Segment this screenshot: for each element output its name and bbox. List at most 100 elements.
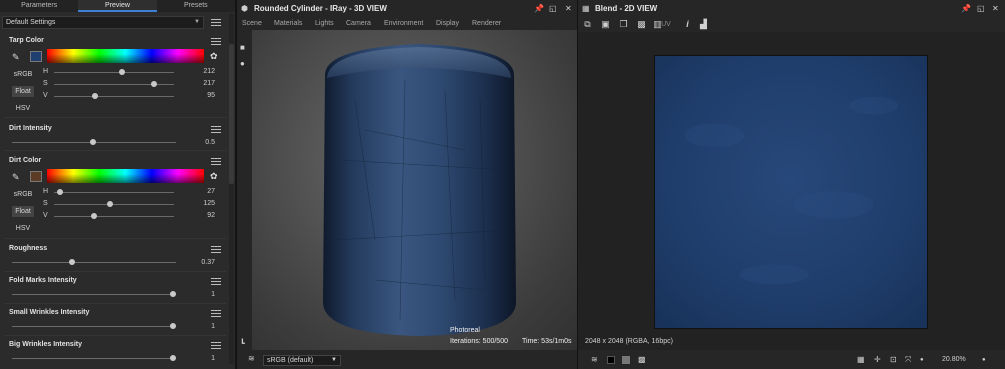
dirt-v-value[interactable]: 92 xyxy=(185,212,215,219)
roughness-menu-icon[interactable] xyxy=(211,246,221,254)
close-icon[interactable]: ✕ xyxy=(565,5,573,13)
menu-scene[interactable]: Scene xyxy=(242,20,262,27)
mode-srgb-button[interactable]: sRGB xyxy=(12,189,34,200)
dirt-v-slider[interactable] xyxy=(54,216,174,217)
channel-h-label: H xyxy=(43,68,49,75)
dirt-h-knob[interactable] xyxy=(57,189,63,195)
dirt-color-menu-icon[interactable] xyxy=(211,158,221,166)
small-wrinkles-menu-icon[interactable] xyxy=(211,310,221,318)
menu-renderer[interactable]: Renderer xyxy=(472,20,501,27)
hamburger-menu-icon[interactable] xyxy=(211,19,221,27)
mode-float-button[interactable]: Float xyxy=(12,86,34,97)
save-icon[interactable]: ▣ xyxy=(600,19,611,30)
histogram-icon[interactable]: ▟ xyxy=(698,19,709,30)
menu-display[interactable]: Display xyxy=(436,20,459,27)
eyedropper-icon[interactable]: ✎ xyxy=(12,52,22,62)
tarp-v-knob[interactable] xyxy=(92,93,98,99)
tarp-h-knob[interactable] xyxy=(119,69,125,75)
dirt-intensity-value[interactable]: 0.5 xyxy=(185,139,215,146)
light-icon[interactable]: ● xyxy=(240,60,248,68)
random-color-icon[interactable]: ✿ xyxy=(210,51,221,62)
grey-background-icon[interactable] xyxy=(622,356,630,364)
menu-environment[interactable]: Environment xyxy=(384,20,423,27)
scrollbar-thumb[interactable] xyxy=(229,44,234,184)
tarp-s-knob[interactable] xyxy=(151,81,157,87)
zoom-level[interactable]: 20.80% xyxy=(942,356,966,363)
image-icon[interactable]: ▩ xyxy=(638,356,646,364)
roughness-value[interactable]: 0.37 xyxy=(185,259,215,266)
big-wrinkles-slider[interactable] xyxy=(12,358,176,359)
tarp-s-value[interactable]: 217 xyxy=(185,80,215,87)
export-icon[interactable]: ⧉ xyxy=(582,19,593,30)
dirt-s-slider[interactable] xyxy=(54,204,174,205)
copy-icon[interactable]: ❐ xyxy=(618,19,629,30)
layers-icon[interactable]: ≋ xyxy=(248,355,256,363)
close-icon[interactable]: ✕ xyxy=(992,5,1000,13)
tab-parameters[interactable]: Parameters xyxy=(0,0,78,12)
small-wrinkles-value[interactable]: 1 xyxy=(185,323,215,330)
mode-hsv-button[interactable]: HSV xyxy=(12,223,34,234)
dirt-v-knob[interactable] xyxy=(91,213,97,219)
dirt-s-knob[interactable] xyxy=(107,201,113,207)
menu-materials[interactable]: Materials xyxy=(274,20,302,27)
dot-icon: ● xyxy=(920,357,924,363)
small-wrinkles-knob[interactable] xyxy=(170,323,176,329)
pin-icon[interactable]: 📌 xyxy=(961,5,971,13)
mode-hsv-button[interactable]: HSV xyxy=(12,103,34,114)
tab-presets[interactable]: Presets xyxy=(157,0,235,12)
axis-icon[interactable]: ┗ xyxy=(240,340,248,348)
view3d-viewport[interactable]: Photoreal Iterations: 500/500 Time: 53s/… xyxy=(252,30,577,350)
fold-marks-menu-icon[interactable] xyxy=(211,278,221,286)
menu-camera[interactable]: Camera xyxy=(346,20,371,27)
texture-preview[interactable] xyxy=(654,55,928,329)
dirt-h-value[interactable]: 27 xyxy=(185,188,215,195)
tarp-color-menu-icon[interactable] xyxy=(211,38,221,46)
pivot-icon[interactable]: ✛ xyxy=(874,356,882,364)
small-wrinkles-slider[interactable] xyxy=(12,326,176,327)
dirt-color-spectrum[interactable] xyxy=(47,169,204,183)
grid-toggle-icon[interactable]: ▦ xyxy=(857,356,865,364)
preset-select[interactable]: Default Settings ▼ xyxy=(2,16,204,29)
layers-icon[interactable]: ≋ xyxy=(591,356,599,364)
fold-marks-slider[interactable] xyxy=(12,294,176,295)
colorspace-select[interactable]: sRGB (default) ▼ xyxy=(263,355,341,366)
chevron-down-icon: ▼ xyxy=(194,19,200,25)
menu-lights[interactable]: Lights xyxy=(315,20,334,27)
big-wrinkles-menu-icon[interactable] xyxy=(211,342,221,350)
tarp-v-value[interactable]: 95 xyxy=(185,92,215,99)
dirt-intensity-menu-icon[interactable] xyxy=(211,126,221,134)
uv-toggle[interactable]: UV xyxy=(657,19,675,30)
dirt-s-value[interactable]: 125 xyxy=(185,200,215,207)
panel-scrollbar[interactable] xyxy=(229,14,234,364)
zoom-fit-icon[interactable]: ⤧ xyxy=(905,356,913,364)
roughness-slider[interactable] xyxy=(12,262,176,263)
fold-marks-knob[interactable] xyxy=(170,291,176,297)
tarp-h-value[interactable]: 212 xyxy=(185,68,215,75)
mode-float-button[interactable]: Float xyxy=(12,206,34,217)
dirt-intensity-knob[interactable] xyxy=(90,139,96,145)
fit-view-icon[interactable]: ⊡ xyxy=(890,356,898,364)
random-color-icon[interactable]: ✿ xyxy=(210,171,221,182)
tiling-icon[interactable]: ▩ xyxy=(636,19,647,30)
tarp-color-swatch[interactable] xyxy=(30,51,42,62)
mode-srgb-button[interactable]: sRGB xyxy=(12,69,34,80)
maximize-icon[interactable]: ◱ xyxy=(977,5,985,13)
tarp-v-slider[interactable] xyxy=(54,96,174,97)
tarp-color-spectrum[interactable] xyxy=(47,49,204,63)
channel-h-label: H xyxy=(43,188,49,195)
roughness-knob[interactable] xyxy=(69,259,75,265)
fold-marks-value[interactable]: 1 xyxy=(185,291,215,298)
maximize-icon[interactable]: ◱ xyxy=(549,5,557,13)
preset-select-value: Default Settings xyxy=(6,19,56,26)
camera-icon[interactable]: ■ xyxy=(240,44,248,52)
black-background-icon[interactable] xyxy=(607,356,615,364)
tab-preview[interactable]: Preview xyxy=(78,0,157,12)
big-wrinkles-value[interactable]: 1 xyxy=(185,355,215,362)
tarp-h-slider[interactable] xyxy=(54,72,174,73)
dirt-h-slider[interactable] xyxy=(54,192,174,193)
dirt-color-swatch[interactable] xyxy=(30,171,42,182)
info-icon[interactable]: i xyxy=(682,19,693,30)
pin-icon[interactable]: 📌 xyxy=(534,5,544,13)
eyedropper-icon[interactable]: ✎ xyxy=(12,172,22,182)
big-wrinkles-knob[interactable] xyxy=(170,355,176,361)
